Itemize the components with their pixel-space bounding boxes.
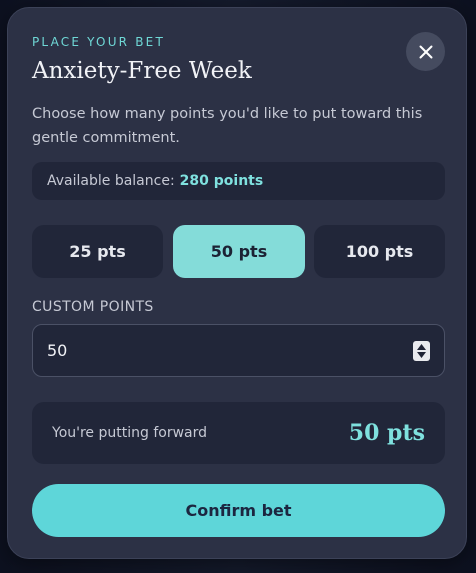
stepper-arrows-icon[interactable]: [413, 340, 430, 361]
stepper-up-icon[interactable]: [417, 343, 426, 350]
balance-amount: 280 points: [179, 173, 264, 189]
bet-modal: PLACE YOUR BET Anxiety-Free Week Choose …: [7, 7, 467, 559]
modal-eyebrow: PLACE YOUR BET: [32, 35, 165, 49]
stepper-down-icon[interactable]: [417, 351, 426, 358]
preset-50-button[interactable]: 50 pts: [173, 225, 305, 278]
preset-100-button[interactable]: 100 pts: [314, 225, 445, 278]
summary-total: 50 pts: [348, 420, 425, 446]
custom-points-input[interactable]: 50: [32, 324, 445, 377]
confirm-bet-button[interactable]: Confirm bet: [32, 484, 445, 537]
summary-panel: You're putting forward 50 pts: [32, 402, 445, 464]
balance-panel: Available balance: 280 points: [32, 162, 445, 200]
modal-subtitle: Choose how many points you'd like to put…: [32, 106, 423, 146]
custom-points-label: CUSTOM POINTS: [32, 299, 154, 315]
preset-25-button[interactable]: 25 pts: [32, 225, 163, 278]
close-button[interactable]: [406, 32, 445, 71]
balance-label: Available balance:: [47, 173, 175, 189]
summary-label: You're putting forward: [52, 425, 208, 441]
close-icon: [419, 45, 432, 58]
modal-title: Anxiety-Free Week: [32, 58, 252, 84]
custom-points-value[interactable]: 50: [47, 341, 67, 360]
